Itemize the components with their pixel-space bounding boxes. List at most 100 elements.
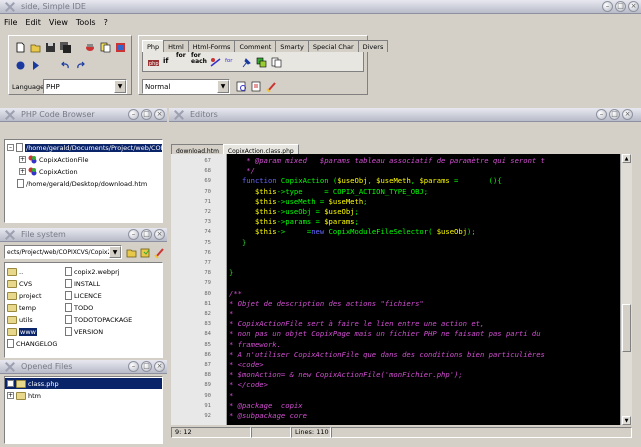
find-button[interactable] — [234, 79, 249, 94]
folder-temp[interactable]: temp — [7, 302, 36, 313]
code-line[interactable]: * <code> — [229, 360, 264, 370]
scroll-thumb[interactable] — [622, 304, 631, 352]
code-line[interactable]: } — [229, 268, 233, 278]
tab-php[interactable]: Php — [142, 40, 165, 52]
record-button[interactable] — [13, 58, 28, 73]
language-select[interactable]: PHP ▼ — [43, 79, 127, 94]
code-line[interactable]: * — [229, 309, 233, 319]
folder-cvs[interactable]: CVS — [7, 278, 32, 289]
open-file-button[interactable] — [28, 40, 43, 55]
file-licence[interactable]: LICENCE — [65, 290, 102, 301]
code-line[interactable]: $this-> =new CopixModuleFileSelector( $u… — [229, 227, 476, 237]
play-button[interactable] — [28, 58, 43, 73]
folder-utils[interactable]: utils — [7, 314, 33, 325]
tab-smarty[interactable]: Smarty — [275, 40, 309, 52]
expand-icon[interactable]: + — [7, 380, 14, 387]
menu-help[interactable]: ? — [104, 18, 108, 27]
foreach-button[interactable]: for each — [191, 53, 207, 65]
file-changelog[interactable]: CHANGELOG — [7, 338, 57, 349]
code-line[interactable]: * non pas un objet CopixPage mais un fic… — [229, 329, 541, 339]
tab-html[interactable]: Html — [163, 40, 189, 52]
new-file-button[interactable] — [13, 40, 28, 55]
maximize-icon[interactable]: □ — [141, 361, 152, 372]
refresh-button[interactable] — [138, 245, 153, 260]
code-line[interactable]: $this->useObj = $useObj; — [229, 207, 359, 217]
copy-button[interactable] — [98, 40, 113, 55]
save-button[interactable] — [43, 40, 58, 55]
tab-html-forms[interactable]: Html-Forms — [187, 40, 236, 52]
vertical-scrollbar[interactable]: ▲ ▼ — [620, 154, 632, 425]
close-icon[interactable]: × — [628, 1, 639, 12]
code-line[interactable]: $this->type = COPIX_ACTION_TYPE_OBJ; — [229, 187, 428, 197]
chevron-down-icon[interactable]: ▼ — [109, 246, 121, 258]
scroll-down-icon[interactable]: ▼ — [622, 416, 631, 425]
code-editor[interactable]: * @param mixed $params tableau associati… — [227, 154, 620, 425]
tree-item-project[interactable]: – /home/gerald/Documents/Project/web/COP… — [7, 142, 162, 153]
expand-icon[interactable]: + — [19, 156, 26, 163]
for-small-button[interactable]: for — [225, 58, 233, 64]
chevron-down-icon[interactable]: ▼ — [217, 80, 229, 93]
expand-icon[interactable]: + — [19, 168, 26, 175]
collapse-icon[interactable]: – — [7, 144, 14, 151]
file-install[interactable]: INSTALL — [65, 278, 100, 289]
copy-snippet-button[interactable] — [269, 55, 284, 70]
file-copix2-webprj[interactable]: copix2.webprj — [65, 266, 120, 277]
code-line[interactable]: * — [229, 391, 233, 401]
file-todotopackage[interactable]: TODOTOPACKAGE — [65, 314, 132, 325]
opened-file-htm[interactable]: + htm — [7, 390, 41, 401]
new-folder-button[interactable] — [152, 245, 167, 260]
tab-divers[interactable]: Divers — [357, 40, 389, 52]
code-line[interactable]: */ — [229, 166, 255, 176]
pin-button[interactable] — [239, 55, 254, 70]
tree-item-download[interactable]: /home/gerald/Desktop/download.htm — [17, 178, 147, 189]
menu-edit[interactable]: Edit — [25, 18, 41, 27]
save-all-button[interactable] — [58, 40, 73, 55]
file-todo[interactable]: TODO — [65, 302, 93, 313]
paste-button[interactable] — [113, 40, 128, 55]
menu-file[interactable]: File — [4, 18, 17, 27]
minimize-icon[interactable]: – — [128, 229, 139, 240]
code-line[interactable]: * @package copix — [229, 401, 303, 411]
code-line[interactable]: /** — [229, 289, 242, 299]
format-button[interactable] — [264, 79, 279, 94]
replace-button[interactable] — [249, 79, 264, 94]
close-icon[interactable]: × — [154, 229, 165, 240]
folder-www[interactable]: www — [7, 326, 37, 337]
code-line[interactable]: * A n'utiliser CopixActionFile que dans … — [229, 350, 545, 360]
minimize-icon[interactable]: – — [596, 109, 607, 120]
file-version[interactable]: VERSION — [65, 326, 103, 337]
tree-item-copixactionfile[interactable]: + CopixActionFile — [19, 154, 89, 165]
close-icon[interactable]: × — [154, 361, 165, 372]
style-select[interactable]: Normal ▼ — [142, 79, 230, 94]
maximize-icon[interactable]: □ — [141, 229, 152, 240]
maximize-icon[interactable]: □ — [615, 1, 626, 12]
code-line[interactable]: * @param mixed $params tableau associati… — [229, 156, 545, 166]
redo-button[interactable] — [73, 58, 88, 73]
folder-project[interactable]: project — [7, 290, 42, 301]
code-line[interactable]: * </code> — [229, 380, 268, 390]
folder-parent[interactable]: .. — [7, 266, 23, 277]
path-select[interactable]: ects/Project/web/COPIXCVS/Copix2/ ▼ — [4, 245, 122, 259]
scroll-up-icon[interactable]: ▲ — [622, 154, 631, 163]
maximize-icon[interactable]: □ — [141, 109, 152, 120]
code-line[interactable]: $this->params = $params; — [229, 217, 359, 227]
code-line[interactable]: $this->useMeth = $useMeth; — [229, 197, 368, 207]
function-button[interactable] — [208, 55, 223, 70]
minimize-icon[interactable]: – — [128, 361, 139, 372]
code-line[interactable]: * CopixActionFile sert à faire le lien e… — [229, 319, 484, 329]
menu-view[interactable]: View — [49, 18, 68, 27]
code-line[interactable]: * Objet de description des actions "fich… — [229, 299, 424, 309]
opened-file-class-php[interactable]: + class.php — [7, 378, 59, 389]
cut-button[interactable] — [83, 40, 98, 55]
code-line[interactable]: } — [229, 238, 246, 248]
close-icon[interactable]: × — [154, 109, 165, 120]
class-button[interactable] — [254, 55, 269, 70]
maximize-icon[interactable]: □ — [609, 109, 620, 120]
if-button[interactable]: if — [163, 57, 168, 65]
menu-tools[interactable]: Tools — [76, 18, 96, 27]
chevron-down-icon[interactable]: ▼ — [114, 80, 126, 93]
undo-button[interactable] — [58, 58, 73, 73]
for-button[interactable]: for — [176, 53, 186, 59]
expand-icon[interactable]: + — [7, 392, 14, 399]
go-up-button[interactable] — [124, 245, 139, 260]
